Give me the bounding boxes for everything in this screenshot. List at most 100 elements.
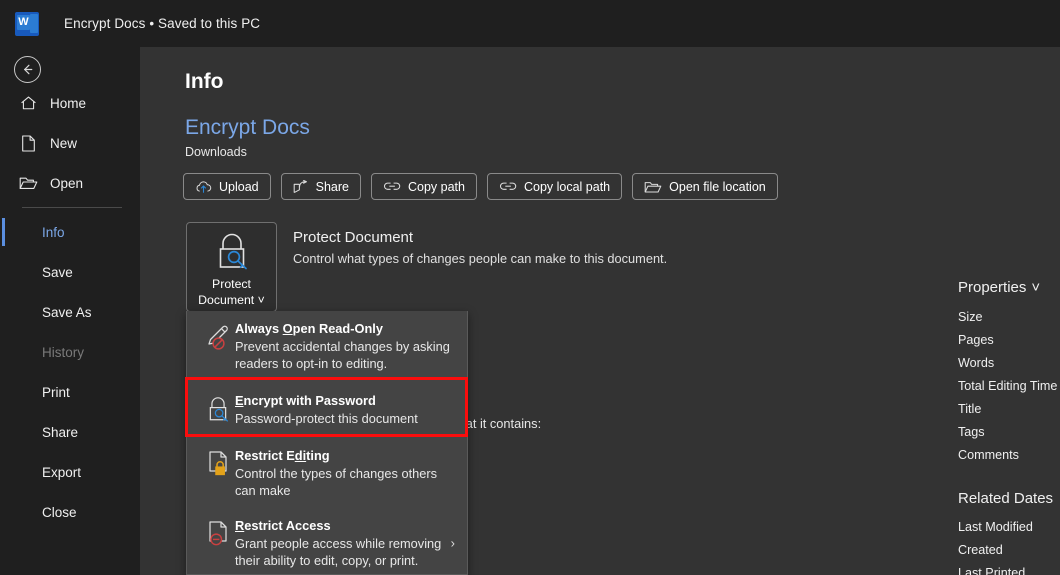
sidebar-divider: [22, 207, 122, 208]
sidebar-item-info[interactable]: Info: [0, 212, 140, 252]
window-title: Encrypt Docs • Saved to this PC: [64, 16, 261, 31]
property-row: Size 7.17KB: [958, 306, 1060, 329]
document-deny-icon: [201, 517, 235, 569]
property-key: Tags: [958, 425, 985, 439]
property-row-title: Title Add a title: [958, 398, 1060, 421]
folder-open-icon: [644, 180, 662, 194]
page-title: Info: [185, 70, 224, 93]
sidebar-item-close[interactable]: Close: [0, 492, 140, 532]
sidebar-item-print[interactable]: Print: [0, 372, 140, 412]
share-icon: [293, 179, 309, 194]
property-key: Comments: [958, 448, 1019, 462]
sidebar-item-new[interactable]: New: [0, 123, 140, 163]
property-key: Size: [958, 310, 983, 324]
menu-item-description: Grant people access while removing their…: [235, 536, 442, 568]
menu-item-description: Prevent accidental changes by asking rea…: [235, 339, 450, 371]
lock-key-icon: [210, 232, 254, 270]
chevron-right-icon: ›: [450, 535, 455, 551]
sidebar-item-label: Print: [42, 384, 70, 400]
pencil-no-edit-icon: [201, 320, 235, 372]
related-date-key: Created: [958, 543, 1003, 557]
sidebar-item-share[interactable]: Share: [0, 412, 140, 452]
menu-item-restrict-editing[interactable]: Restrict Editing Control the types of ch…: [187, 438, 467, 508]
sidebar-item-label: Open: [50, 175, 84, 191]
property-row: Total Editing Time 1 Minute: [958, 375, 1060, 398]
protect-button-label-line1: Protect: [212, 277, 251, 291]
sidebar-item-label: Share: [42, 424, 79, 440]
button-label: Open file location: [669, 179, 766, 194]
menu-item-restrict-access[interactable]: Restrict Access Grant people access whil…: [187, 508, 467, 574]
word-backstage-info-screen: W Encrypt Docs • Saved to this PC Home N…: [0, 0, 1060, 575]
sidebar-item-export[interactable]: Export: [0, 452, 140, 492]
copy-path-button[interactable]: Copy path: [370, 173, 477, 200]
document-title: Encrypt Docs: [185, 116, 310, 139]
related-dates-heading: Related Dates: [958, 490, 1054, 507]
property-row-comments: Comments Add comments: [958, 444, 1060, 467]
related-date-row: Created Today, 12:32 AM: [958, 539, 1060, 562]
home-icon: [18, 94, 38, 112]
property-key: Words: [958, 356, 995, 370]
chevron-down-icon: ˅: [257, 293, 265, 307]
button-label: Copy path: [407, 179, 465, 194]
menu-item-encrypt-with-password[interactable]: Encrypt with Password Password-protect t…: [187, 381, 467, 438]
sidebar-item-label: Info: [42, 224, 65, 240]
cloud-upload-icon: [195, 180, 212, 194]
property-row: Pages 1: [958, 329, 1060, 352]
open-folder-icon: [18, 174, 38, 192]
file-actions-toolbar: Upload Share Copy path Copy local path O…: [183, 173, 1060, 200]
backstage-sidebar: Home New Open Info Save Save As History …: [0, 47, 140, 575]
menu-item-description: Control the types of changes others can …: [235, 466, 438, 498]
sidebar-item-label: Export: [42, 464, 82, 480]
button-label: Share: [315, 179, 349, 194]
related-date-row: Last Modified: [958, 516, 1060, 539]
related-date-row: Last Printed: [958, 562, 1060, 575]
menu-item-title: Always Open Read-Only: [235, 321, 383, 336]
protect-button-label-line2: Document: [198, 293, 255, 307]
protect-document-button[interactable]: Protect Document ˅: [186, 222, 277, 312]
properties-heading-label: Properties: [958, 279, 1027, 296]
sidebar-item-label: Home: [50, 95, 87, 111]
sidebar-item-save-as[interactable]: Save As: [0, 292, 140, 332]
button-label: Copy local path: [523, 179, 611, 194]
link-icon: [383, 180, 401, 193]
lock-key-icon: [201, 392, 235, 427]
protect-document-heading: Protect Document: [293, 229, 414, 246]
properties-heading[interactable]: Properties ˅: [958, 279, 1060, 296]
title-bar: W Encrypt Docs • Saved to this PC: [0, 0, 1060, 47]
button-label: Upload: [219, 179, 259, 194]
sidebar-item-label: Save: [42, 264, 73, 280]
properties-panel: Properties ˅ Size 7.17KB Pages 1 Words 4…: [958, 279, 1060, 575]
property-row-tags: Tags Add a tag: [958, 421, 1060, 444]
sidebar-item-save[interactable]: Save: [0, 252, 140, 292]
protect-document-description: Control what types of changes people can…: [293, 251, 668, 266]
new-document-icon: [18, 134, 38, 152]
property-key: Title: [958, 402, 982, 416]
copy-local-path-button[interactable]: Copy local path: [486, 173, 623, 200]
menu-item-title: Restrict Access: [235, 518, 331, 533]
menu-item-always-open-read-only[interactable]: Always Open Read-Only Prevent accidental…: [187, 311, 467, 381]
menu-item-title: Encrypt with Password: [235, 393, 376, 408]
sidebar-item-label: Save As: [42, 304, 92, 320]
back-arrow-icon[interactable]: [14, 56, 41, 83]
sidebar-item-home[interactable]: Home: [0, 83, 140, 123]
sidebar-item-open[interactable]: Open: [0, 163, 140, 203]
document-lock-icon: [201, 447, 235, 499]
menu-item-title: Restrict Editing: [235, 448, 330, 463]
sidebar-item-history: History: [0, 332, 140, 372]
sidebar-item-label: Close: [42, 504, 77, 520]
property-row: Words 402: [958, 352, 1060, 375]
related-date-key: Last Modified: [958, 520, 1033, 534]
link-icon: [499, 180, 517, 193]
word-logo-icon: W: [15, 11, 39, 36]
property-key: Total Editing Time: [958, 379, 1058, 393]
upload-button[interactable]: Upload: [183, 173, 271, 200]
sidebar-item-label: History: [42, 344, 85, 360]
menu-item-description: Password-protect this document: [235, 411, 418, 426]
open-file-location-button[interactable]: Open file location: [632, 173, 778, 200]
document-location: Downloads: [185, 145, 247, 159]
protect-document-menu: Always Open Read-Only Prevent accidental…: [186, 311, 468, 575]
sidebar-item-label: New: [50, 135, 78, 151]
property-key: Pages: [958, 333, 994, 347]
chevron-down-icon: ˅: [1031, 279, 1041, 296]
share-button[interactable]: Share: [280, 173, 361, 200]
